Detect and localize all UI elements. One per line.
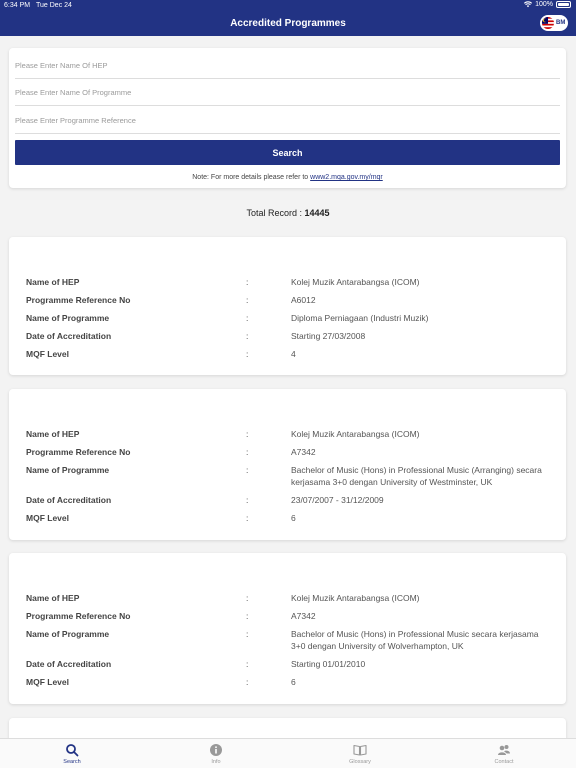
field-value: Bachelor of Music (Hons) in Professional… (291, 465, 542, 487)
field-colon: : (246, 659, 249, 669)
tab-contact[interactable]: Contact (432, 739, 576, 768)
tab-label: Glossary (349, 758, 371, 765)
field-colon: : (246, 677, 249, 687)
hep-name-input[interactable] (15, 53, 560, 78)
record-card[interactable]: Name of HEP: Kolej Muzik Antarabangsa (IC… (9, 389, 566, 540)
field-value: Starting 27/03/2008 (291, 331, 366, 341)
field-label: Date of Accreditation (26, 331, 112, 341)
field-label: Date of Accreditation (26, 495, 112, 505)
field-colon: : (246, 465, 249, 475)
field-value: Diploma Perniagaan (Industri Muzik) (291, 313, 429, 323)
tab-info[interactable]: Info (144, 739, 288, 768)
field-colon: : (246, 447, 249, 457)
field-label: Name of Programme (26, 313, 110, 323)
field-value: Starting 01/01/2010 (291, 659, 366, 669)
field-label: Programme Reference No (26, 611, 131, 621)
field-value: A7342 (291, 447, 316, 457)
wifi-icon (524, 1, 533, 8)
battery-percent: 100% (535, 1, 553, 8)
field-value: Kolej Muzik Antarabangsa (ICOM) (291, 429, 420, 439)
field-value: A6012 (291, 295, 316, 305)
field-colon: : (246, 495, 249, 505)
field-label: Programme Reference No (26, 447, 131, 457)
search-icon (66, 743, 79, 756)
field-colon: : (246, 313, 249, 323)
info-icon (210, 743, 222, 756)
field-value: Kolej Muzik Antarabangsa (ICOM) (291, 593, 420, 603)
total-record: Total Record : 14445 (0, 208, 576, 218)
book-icon (353, 744, 367, 756)
hep-field-wrapper (15, 53, 560, 79)
field-label: MQF Level (26, 513, 69, 523)
field-label: MQF Level (26, 349, 69, 359)
battery-icon (556, 1, 571, 8)
tab-label: Contact (494, 758, 514, 765)
record-card[interactable]: Name of HEP: Kolej Muzik Antarabangsa (IC… (9, 553, 566, 704)
field-colon: : (246, 331, 249, 341)
field-value: 4 (291, 349, 296, 359)
field-colon: : (246, 593, 249, 603)
search-button[interactable]: Search (15, 140, 560, 165)
status-time: 6:34 PM (4, 2, 31, 9)
note-text: Note: For more details please refer to w… (9, 174, 566, 181)
page-title: Accredited Programmes (230, 18, 346, 29)
total-label: Total Record : (246, 208, 305, 218)
field-value: 23/07/2007 - 31/12/2009 (291, 495, 384, 505)
search-form: Search Note: For more details please ref… (9, 48, 566, 188)
field-label: Date of Accreditation (26, 659, 112, 669)
mqr-link[interactable]: www2.mqa.gov.my/mqr (310, 174, 383, 181)
status-bar: 6:34 PM Tue Dec 24 100% (0, 0, 576, 11)
status-date: Tue Dec 24 (36, 2, 72, 9)
tab-glossary[interactable]: Glossary (288, 739, 432, 768)
field-colon: : (246, 349, 249, 359)
field-value: Kolej Muzik Antarabangsa (ICOM) (291, 277, 420, 287)
total-count: 14445 (304, 208, 330, 218)
language-label: BM (556, 20, 566, 26)
field-value: 6 (291, 513, 296, 523)
note-prefix: Note: For more details please refer to (192, 174, 311, 181)
field-label: Name of HEP (26, 277, 80, 287)
field-value: 6 (291, 677, 296, 687)
field-colon: : (246, 629, 249, 639)
programme-reference-input[interactable] (15, 108, 560, 133)
field-label: Name of Programme (26, 465, 110, 475)
field-label: Name of Programme (26, 629, 110, 639)
tab-search[interactable]: Search (0, 739, 144, 768)
field-colon: : (246, 429, 249, 439)
malaysia-flag-icon (542, 17, 554, 29)
field-colon: : (246, 295, 249, 305)
tab-label: Info (211, 758, 221, 765)
field-label: Name of HEP (26, 429, 80, 439)
field-value: A7342 (291, 611, 316, 621)
field-colon: : (246, 513, 249, 523)
field-colon: : (246, 611, 249, 621)
field-value: Bachelor of Music (Hons) in Professional… (291, 629, 539, 651)
app-header: 6:34 PM Tue Dec 24 100% Accredited Progr… (0, 0, 576, 36)
field-colon: : (246, 277, 249, 287)
programme-field-wrapper (15, 80, 560, 106)
field-label: Name of HEP (26, 593, 80, 603)
bottom-tab-bar: Search Info Glossary Contact (0, 738, 576, 768)
status-indicators: 100% (524, 1, 571, 8)
tab-label: Search (63, 758, 81, 765)
record-card[interactable]: Name of HEP: Kolej Muzik Antarabangsa (IC… (9, 237, 566, 375)
language-toggle[interactable]: BM (540, 15, 568, 31)
reference-field-wrapper (15, 108, 560, 134)
programme-name-input[interactable] (15, 80, 560, 105)
field-label: MQF Level (26, 677, 69, 687)
field-label: Programme Reference No (26, 295, 131, 305)
contact-icon (498, 744, 510, 755)
